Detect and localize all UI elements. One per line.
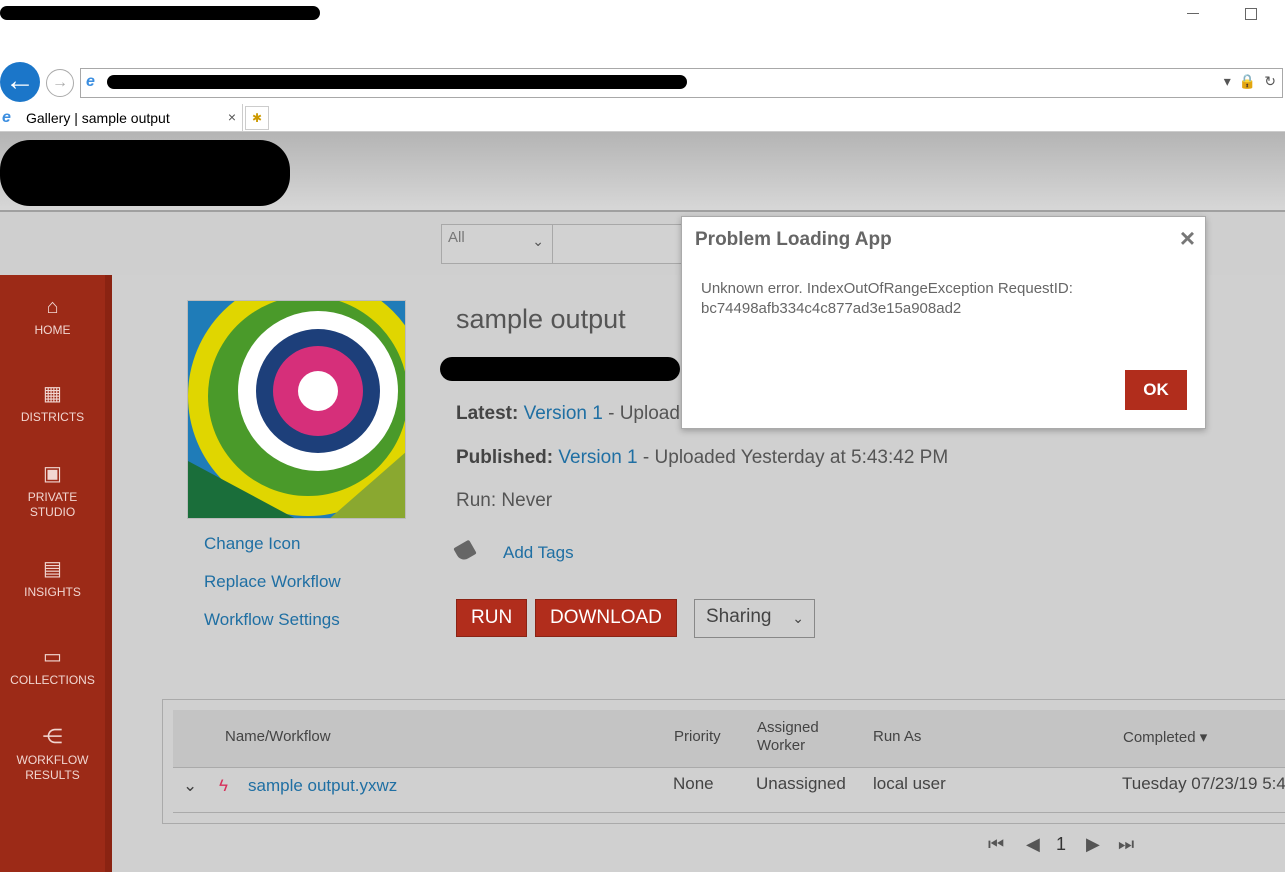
close-icon[interactable]: ×: [1180, 223, 1195, 254]
home-icon: ⌂: [46, 296, 59, 318]
sidebar-item-insights[interactable]: ▤ INSIGHTS: [0, 557, 105, 600]
replace-workflow-link[interactable]: Replace Workflow: [204, 572, 341, 592]
ie-icon: e: [86, 73, 95, 90]
change-icon-link[interactable]: Change Icon: [204, 534, 300, 554]
redacted-logo: [0, 140, 290, 206]
sidebar-item-label: INSIGHTS: [24, 585, 81, 599]
latest-version-detail: - Upload: [608, 403, 680, 424]
sidebar-item-districts[interactable]: ▦ DISTRICTS: [0, 382, 105, 425]
latest-version-link[interactable]: Version 1: [524, 403, 603, 424]
redacted-author: [440, 357, 680, 381]
workflow-icon: ⋲: [42, 726, 63, 748]
cell-assigned-worker: Unassigned: [756, 774, 846, 793]
app-icon-graphic: [188, 301, 405, 518]
address-controls: ▾ 🔒 ↻: [1224, 73, 1276, 90]
ie-icon: e: [2, 109, 11, 126]
table-header: Name/Workflow Priority Assigned Worker R…: [173, 710, 1285, 768]
workflow-name-link[interactable]: sample output.yxwz: [248, 776, 397, 796]
search-scope-select[interactable]: All ⌄: [441, 224, 553, 264]
sidebar-item-private-studio[interactable]: ▣ PRIVATE STUDIO: [0, 462, 105, 520]
published-label: Published:: [456, 447, 554, 468]
maximize-button[interactable]: [1245, 8, 1257, 20]
new-tab-button[interactable]: ✱: [245, 106, 269, 130]
address-bar[interactable]: e ▾ 🔒 ↻: [80, 68, 1283, 98]
download-button[interactable]: DOWNLOAD: [535, 599, 677, 637]
lock-icon[interactable]: 🔒: [1239, 73, 1256, 90]
first-page-icon[interactable]: ⏮: [988, 834, 1004, 855]
briefcase-icon: ▭: [43, 646, 62, 668]
browser-title-bar: [0, 0, 1285, 62]
forward-button[interactable]: →: [46, 69, 74, 97]
minimize-button[interactable]: [1187, 13, 1199, 14]
app-title: sample output: [456, 304, 626, 334]
header-priority[interactable]: Priority: [674, 728, 721, 745]
run-status: Run: Never: [456, 490, 553, 511]
sidebar-item-label: COLLECTIONS: [10, 673, 95, 687]
app-icon: [187, 300, 406, 519]
sidebar-item-label: HOME: [34, 323, 71, 337]
browser-tab[interactable]: e Gallery | sample output ×: [0, 104, 243, 132]
sidebar-item-collections[interactable]: ▭ COLLECTIONS: [0, 645, 105, 688]
sharing-label: Sharing: [706, 606, 772, 627]
sidebar-item-workflow-results[interactable]: ⋲ WORKFLOW RESULTS: [0, 725, 105, 783]
last-page-icon[interactable]: ⏭: [1118, 834, 1134, 855]
current-page: 1: [1056, 834, 1067, 854]
next-page-icon[interactable]: ▶: [1086, 834, 1100, 855]
redacted-url: [107, 75, 687, 89]
published-version-detail: - Uploaded Yesterday at 5:43:42 PM: [642, 447, 949, 468]
workflow-settings-link[interactable]: Workflow Settings: [204, 610, 340, 630]
header-assigned-worker[interactable]: Assigned Worker: [757, 719, 819, 755]
gallery-header: [0, 132, 1285, 212]
header-name[interactable]: Name/Workflow: [225, 728, 331, 745]
sidebar-item-label: WORKFLOW RESULTS: [16, 753, 89, 782]
results-table: Name/Workflow Priority Assigned Worker R…: [162, 699, 1285, 824]
latest-label: Latest:: [456, 403, 519, 424]
latest-version: Latest: Version 1 - Upload: [456, 403, 680, 425]
dialog-message: Unknown error. IndexOutOfRangeException …: [701, 280, 1073, 317]
table-row[interactable]: ⌄ ϟ sample output.yxwz None Unassigned l…: [173, 769, 1285, 813]
published-version-link[interactable]: Version 1: [558, 447, 637, 468]
workflow-status-icon: ϟ: [219, 776, 228, 795]
districts-icon: ▦: [43, 383, 62, 405]
published-version: Published: Version 1 - Uploaded Yesterda…: [456, 447, 948, 469]
ok-button[interactable]: OK: [1125, 370, 1187, 410]
header-assigned-line1: Assigned: [757, 719, 819, 736]
search-scope-value: All: [448, 229, 465, 246]
sidebar-item-label: DISTRICTS: [20, 410, 85, 424]
header-assigned-line2: Worker: [757, 737, 806, 754]
error-dialog: Problem Loading App × Unknown error. Ind…: [681, 216, 1206, 429]
sidebar-item-label: PRIVATE STUDIO: [27, 490, 78, 519]
run-button[interactable]: RUN: [456, 599, 528, 637]
back-button[interactable]: ←: [0, 62, 40, 102]
chevron-down-icon: ⌄: [532, 233, 544, 249]
chevron-down-icon: ⌄: [792, 610, 804, 626]
browser-tab-bar: e Gallery | sample output × ✱: [0, 104, 1285, 132]
dialog-title: Problem Loading App: [695, 229, 892, 250]
redacted-title: [0, 6, 320, 20]
insights-icon: ▤: [43, 558, 62, 580]
header-run-as[interactable]: Run As: [873, 728, 921, 745]
header-completed[interactable]: Completed ▾: [1123, 728, 1207, 746]
tab-close-icon[interactable]: ×: [228, 109, 236, 125]
add-tags-link[interactable]: Add Tags: [503, 543, 574, 563]
cell-run-as: local user: [873, 774, 946, 793]
sidebar-edge: [105, 275, 112, 872]
expand-chevron-icon[interactable]: ⌄: [183, 776, 197, 796]
refresh-icon[interactable]: ↻: [1264, 73, 1276, 90]
prev-page-icon[interactable]: ◀: [1026, 834, 1040, 855]
address-dropdown-icon[interactable]: ▾: [1224, 73, 1231, 90]
sidebar-item-home[interactable]: ⌂ HOME: [0, 295, 105, 338]
cell-completed: Tuesday 07/23/19 5:4: [1122, 774, 1285, 793]
cell-priority: None: [673, 774, 714, 793]
search-input[interactable]: [553, 224, 693, 264]
tab-title: Gallery | sample output: [26, 110, 170, 126]
private-studio-icon: ▣: [43, 463, 62, 485]
sharing-dropdown[interactable]: Sharing ⌄: [694, 599, 815, 638]
browser-nav-bar: ← → e ▾ 🔒 ↻: [0, 62, 1285, 104]
